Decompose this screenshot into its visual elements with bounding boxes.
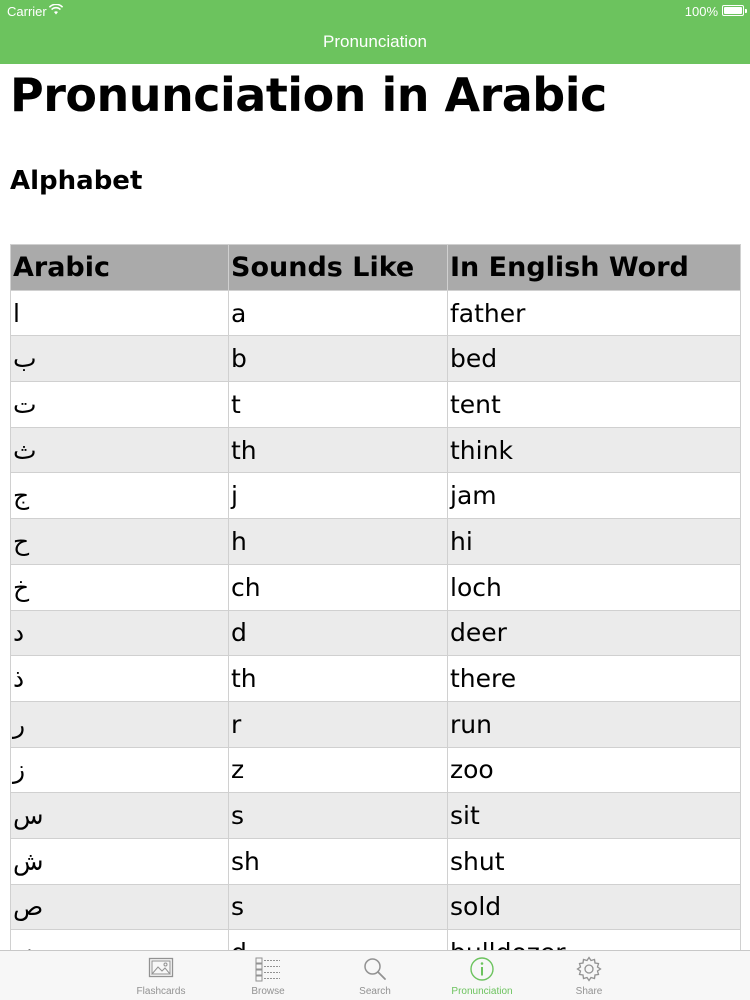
- tab-browse[interactable]: Browse: [215, 951, 322, 1000]
- arabic-letter-cell: ح: [10, 518, 229, 565]
- sound-cell: j: [228, 472, 448, 520]
- english-word-cell: zoo: [447, 746, 741, 794]
- alphabet-table: Arabic Sounds Like In English Word ا a f…: [10, 244, 741, 950]
- english-word-cell: hi: [447, 518, 741, 565]
- content-scroll-area[interactable]: Pronunciation in Arabic Alphabet Arabic …: [0, 64, 750, 950]
- tab-label: Flashcards: [136, 986, 186, 997]
- sound-cell: b: [228, 335, 448, 383]
- table-row: ج j jam: [10, 472, 741, 520]
- wifi-icon: [49, 4, 63, 15]
- sound-cell: t: [228, 381, 448, 428]
- english-word-cell: father: [447, 289, 741, 337]
- english-word-cell: think: [447, 426, 741, 474]
- tab-label: Browse: [251, 986, 285, 997]
- gear-icon: [576, 956, 602, 982]
- table-row: ز z zoo: [10, 746, 741, 794]
- screen: Carrier 100% Pronunciation Pronunciation…: [0, 0, 750, 1000]
- sound-cell: th: [228, 426, 448, 474]
- arabic-letter-cell: ا: [10, 289, 229, 337]
- tab-label: Search: [359, 986, 391, 997]
- english-word-cell: bed: [447, 335, 741, 383]
- arabic-letter-cell: ش: [10, 837, 229, 885]
- tab-label: Share: [575, 986, 603, 997]
- sound-cell: ch: [228, 563, 448, 611]
- arabic-letter-cell: خ: [10, 563, 229, 611]
- sound-cell: h: [228, 518, 448, 565]
- battery-icon: [722, 5, 747, 16]
- table-row: خ ch loch: [10, 563, 741, 611]
- table-row: ص s sold: [10, 883, 741, 931]
- table-row: ث th think: [10, 426, 741, 474]
- table-row: ر r run: [10, 700, 741, 748]
- english-word-cell: deer: [447, 609, 741, 657]
- table-row: ش sh shut: [10, 837, 741, 885]
- sound-cell: s: [228, 792, 448, 839]
- arabic-letter-cell: ر: [10, 700, 229, 748]
- english-word-cell: sold: [447, 883, 741, 931]
- sound-cell: th: [228, 655, 448, 702]
- table-row: ذ th there: [10, 655, 741, 702]
- english-word-cell: sit: [447, 792, 741, 839]
- status-bar: Carrier 100%: [0, 0, 750, 22]
- tab-flashcards[interactable]: Flashcards: [108, 951, 215, 1000]
- english-word-cell: tent: [447, 381, 741, 428]
- arabic-letter-cell: ج: [10, 472, 229, 520]
- table-row: ا a father: [10, 289, 741, 337]
- arabic-letter-cell: س: [10, 792, 229, 839]
- table-header-row: Arabic Sounds Like In English Word: [10, 244, 741, 291]
- arabic-letter-cell: ت: [10, 381, 229, 428]
- arabic-letter-cell: ص: [10, 883, 229, 931]
- arabic-letter-cell: ز: [10, 746, 229, 794]
- column-header-english-word: In English Word: [447, 244, 741, 291]
- arabic-letter-cell: ض: [10, 929, 229, 950]
- image-icon: [148, 957, 174, 978]
- arabic-letter-cell: ب: [10, 335, 229, 383]
- sound-cell: sh: [228, 837, 448, 885]
- table-row: ض d bulldozer: [10, 929, 741, 950]
- english-word-cell: run: [447, 700, 741, 748]
- tab-share[interactable]: Share: [536, 951, 643, 1000]
- list-icon: [255, 957, 280, 982]
- english-word-cell: jam: [447, 472, 741, 520]
- sound-cell: r: [228, 700, 448, 748]
- tab-bar: Flashcards Browse Search Pronunciation S…: [0, 950, 750, 1000]
- english-word-cell: bulldozer: [447, 929, 741, 950]
- english-word-cell: shut: [447, 837, 741, 885]
- table-row: ب b bed: [10, 335, 741, 383]
- column-header-sounds-like: Sounds Like: [228, 244, 448, 291]
- english-word-cell: there: [447, 655, 741, 702]
- info-icon: [470, 957, 494, 981]
- tab-search[interactable]: Search: [322, 951, 429, 1000]
- tab-label: Pronunciation: [451, 986, 513, 997]
- sound-cell: s: [228, 883, 448, 931]
- battery-percentage: 100%: [684, 4, 718, 19]
- arabic-letter-cell: ث: [10, 426, 229, 474]
- sound-cell: a: [228, 289, 448, 337]
- section-title: Alphabet: [10, 166, 143, 196]
- arabic-letter-cell: د: [10, 609, 229, 657]
- page-title: Pronunciation in Arabic: [10, 68, 607, 122]
- sound-cell: d: [228, 929, 448, 950]
- english-word-cell: loch: [447, 563, 741, 611]
- table-row: ح h hi: [10, 518, 741, 565]
- column-header-arabic: Arabic: [10, 244, 229, 291]
- table-row: د d deer: [10, 609, 741, 657]
- search-icon: [364, 958, 386, 980]
- carrier-label: Carrier: [7, 4, 47, 19]
- nav-title: Pronunciation: [323, 32, 427, 51]
- navigation-header: Carrier 100% Pronunciation: [0, 0, 750, 64]
- arabic-letter-cell: ذ: [10, 655, 229, 702]
- tab-pronunciation[interactable]: Pronunciation: [429, 951, 536, 1000]
- sound-cell: d: [228, 609, 448, 657]
- table-row: س s sit: [10, 792, 741, 839]
- sound-cell: z: [228, 746, 448, 794]
- table-row: ت t tent: [10, 381, 741, 428]
